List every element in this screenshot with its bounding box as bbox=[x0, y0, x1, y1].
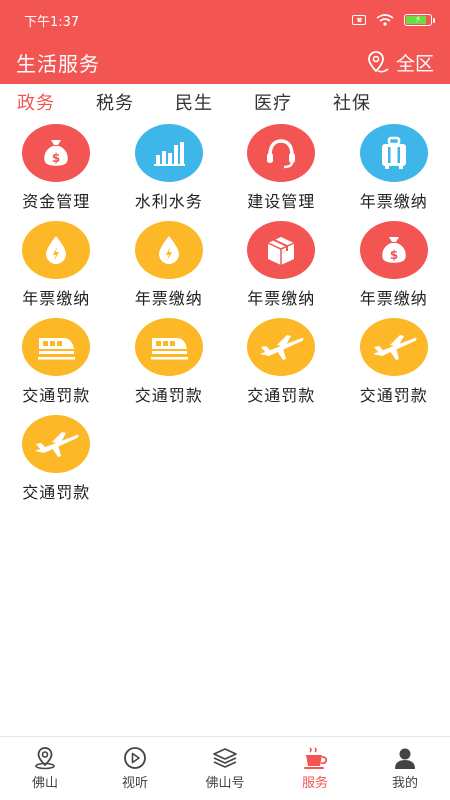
no-sim-icon bbox=[352, 15, 366, 25]
service-item[interactable]: 年票缴纳 bbox=[225, 221, 338, 318]
money-bag-icon: $ bbox=[359, 221, 428, 279]
service-item[interactable]: 交通罚款 bbox=[225, 318, 338, 415]
nav-wode[interactable]: 我的 bbox=[360, 737, 450, 800]
water-drop-icon bbox=[134, 221, 203, 279]
tab-shebao[interactable]: 社保 bbox=[333, 89, 412, 115]
luggage-icon bbox=[359, 124, 428, 182]
svg-text:$: $ bbox=[390, 248, 398, 262]
airplane-icon bbox=[359, 318, 428, 376]
service-label: 交通罚款 bbox=[22, 386, 91, 405]
service-item[interactable]: 建设管理 bbox=[225, 124, 338, 221]
service-label: 资金管理 bbox=[22, 192, 91, 211]
header: 生活服务 全区 bbox=[0, 40, 450, 84]
service-label: 年票缴纳 bbox=[359, 289, 428, 308]
user-icon bbox=[395, 748, 415, 769]
page-title: 生活服务 bbox=[16, 51, 100, 76]
play-circle-icon bbox=[124, 747, 146, 769]
service-item[interactable]: 年票缴纳 bbox=[338, 124, 450, 221]
status-bar: 下午1:37 ⚡ bbox=[0, 0, 450, 40]
svg-text:$: $ bbox=[52, 151, 60, 165]
service-label: 交通罚款 bbox=[22, 483, 91, 502]
nav-fuwu[interactable]: 服务 bbox=[270, 737, 360, 800]
service-item[interactable]: 交通罚款 bbox=[338, 318, 450, 415]
location-label: 全区 bbox=[395, 52, 434, 75]
location-selector[interactable]: 全区 bbox=[366, 49, 434, 76]
service-grid: $ 资金管理 水利水务 建设管理 年票缴纳 年票缴纳 年票缴纳 年票缴纳 $ 年票缴纳 交通罚款 交通… bbox=[0, 124, 450, 512]
top-bar: 下午1:37 ⚡ 生活服务 全区 bbox=[0, 0, 450, 84]
package-box-icon bbox=[247, 221, 316, 279]
service-item[interactable]: $ 年票缴纳 bbox=[338, 221, 450, 318]
service-item[interactable]: 交通罚款 bbox=[0, 415, 113, 512]
water-drop-icon bbox=[22, 221, 91, 279]
wifi-icon bbox=[376, 14, 394, 26]
layers-icon bbox=[213, 748, 237, 768]
tab-shuiwu[interactable]: 税务 bbox=[96, 89, 175, 115]
location-pin-icon bbox=[35, 747, 55, 770]
service-label: 年票缴纳 bbox=[134, 289, 203, 308]
location-pin-icon bbox=[368, 51, 389, 73]
battery-icon: ⚡ bbox=[404, 14, 435, 26]
bottom-nav: 佛山 视听 佛山号 服务 我的 bbox=[0, 736, 450, 800]
tab-zhengwu[interactable]: 政务 bbox=[17, 89, 96, 115]
airplane-icon bbox=[22, 415, 91, 473]
status-icons: ⚡ bbox=[352, 14, 435, 26]
nav-label: 佛山号 bbox=[205, 776, 245, 791]
nav-foshan[interactable]: 佛山 bbox=[0, 737, 90, 800]
nav-shiting[interactable]: 视听 bbox=[90, 737, 180, 800]
tab-yiliao[interactable]: 医疗 bbox=[254, 89, 333, 115]
train-icon bbox=[134, 318, 203, 376]
service-label: 年票缴纳 bbox=[22, 289, 91, 308]
service-item[interactable]: 交通罚款 bbox=[0, 318, 113, 415]
status-time: 下午1:37 bbox=[24, 14, 80, 30]
service-item[interactable]: 水利水务 bbox=[113, 124, 226, 221]
tab-minsheng[interactable]: 民生 bbox=[175, 89, 254, 115]
category-tabs: 政务 税务 民生 医疗 社保 bbox=[0, 86, 450, 118]
service-item[interactable]: 年票缴纳 bbox=[0, 221, 113, 318]
service-label: 年票缴纳 bbox=[247, 289, 316, 308]
bar-chart-icon bbox=[134, 124, 203, 182]
service-item[interactable]: 年票缴纳 bbox=[113, 221, 226, 318]
nav-label: 我的 bbox=[391, 776, 418, 791]
service-label: 水利水务 bbox=[134, 192, 203, 211]
nav-label: 佛山 bbox=[31, 776, 58, 791]
train-icon bbox=[22, 318, 91, 376]
money-bag-icon: $ bbox=[22, 124, 91, 182]
coffee-cup-icon bbox=[304, 747, 328, 769]
service-label: 交通罚款 bbox=[247, 386, 316, 405]
service-label: 建设管理 bbox=[247, 192, 316, 211]
nav-label: 视听 bbox=[121, 776, 148, 791]
app-root: 下午1:37 ⚡ 生活服务 全区 政务 税务 民生 医疗 社保 $ 资金管理 水… bbox=[0, 0, 450, 800]
service-label: 年票缴纳 bbox=[359, 192, 428, 211]
nav-label: 服务 bbox=[301, 776, 328, 791]
service-label: 交通罚款 bbox=[134, 386, 203, 405]
nav-foshanhao[interactable]: 佛山号 bbox=[180, 737, 270, 800]
service-item[interactable]: 交通罚款 bbox=[113, 318, 226, 415]
airplane-icon bbox=[247, 318, 316, 376]
service-label: 交通罚款 bbox=[359, 386, 428, 405]
service-item[interactable]: $ 资金管理 bbox=[0, 124, 113, 221]
headset-icon bbox=[247, 124, 316, 182]
